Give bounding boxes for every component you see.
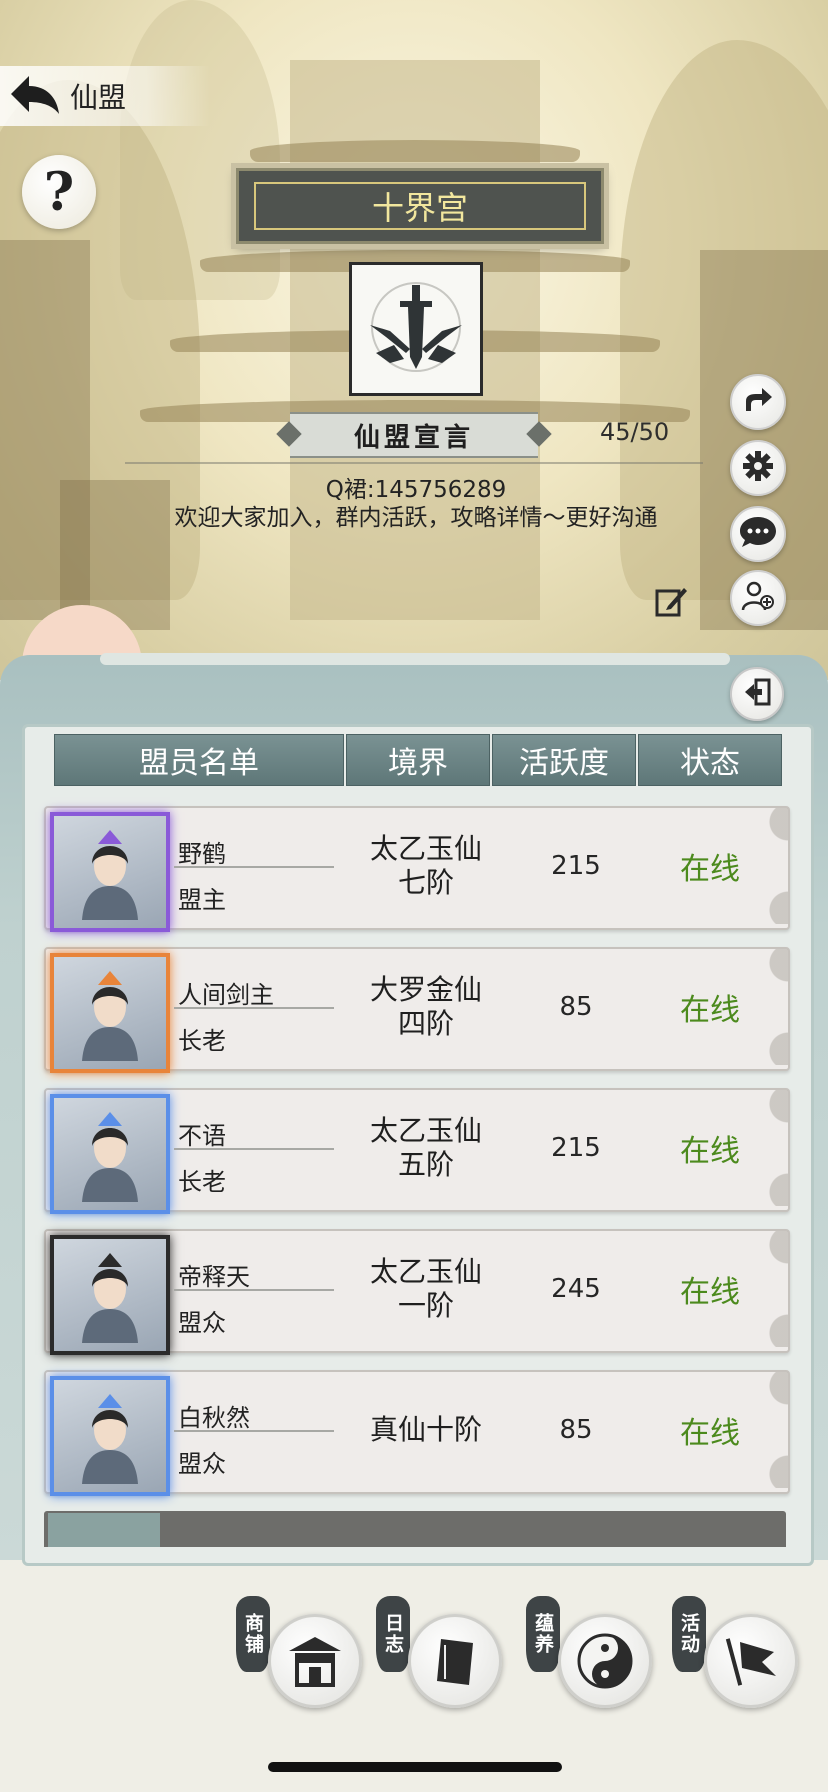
name-divider [174, 1007, 334, 1009]
name-divider [174, 1148, 334, 1150]
panel-rail [100, 653, 730, 665]
page-title: 仙盟 [70, 81, 127, 114]
header-activity[interactable]: 活跃度 [492, 734, 636, 786]
avatar [48, 1513, 160, 1547]
avatar[interactable] [50, 953, 170, 1073]
header-status[interactable]: 状态 [638, 734, 782, 786]
table-row-partial[interactable] [44, 1511, 786, 1547]
header-member-list[interactable]: 盟员名单 [54, 734, 344, 786]
chat-bubble-icon [738, 515, 778, 553]
table-row[interactable]: 人间剑主 长老 大罗金仙 四阶 85 在线 [44, 947, 790, 1073]
nav-shop[interactable]: 商铺 [236, 1596, 366, 1708]
chat-button[interactable] [730, 506, 786, 562]
member-count: 45/50 [600, 418, 670, 446]
avatar[interactable] [50, 1376, 170, 1496]
add-member-button[interactable] [730, 570, 786, 626]
back-arrow-icon [7, 72, 63, 120]
divider [125, 462, 703, 464]
top-bar: 仙盟 [0, 66, 210, 126]
member-name: 不语 [178, 1122, 226, 1150]
nav-events[interactable]: 活动 [672, 1596, 802, 1708]
home-indicator[interactable] [268, 1762, 562, 1772]
alliance-name: 十界宫 [254, 182, 586, 230]
realm-text: 太乙玉仙 七阶 [369, 832, 482, 899]
member-activity: 215 [551, 1133, 601, 1163]
member-activity: 85 [559, 992, 593, 1022]
member-status: 在线 [680, 1416, 740, 1451]
declaration-banner: 仙盟宣言 [276, 412, 552, 458]
declaration-message: 欢迎大家加入，群内活跃，攻略详情～更好沟通 [174, 505, 658, 531]
member-activity: 215 [551, 851, 601, 881]
realm-text: 大罗金仙 四阶 [369, 973, 482, 1040]
leave-alliance-button[interactable] [730, 667, 784, 721]
alliance-emblem[interactable] [349, 262, 483, 396]
member-name: 白秋然 [178, 1404, 250, 1432]
realm-text: 真仙十阶 [369, 1413, 482, 1446]
edit-declaration-button[interactable] [652, 584, 690, 622]
member-realm: 太乙玉仙 五阶 [346, 1090, 506, 1206]
share-icon [742, 385, 774, 419]
member-realm: 太乙玉仙 一阶 [346, 1231, 506, 1347]
member-activity: 245 [551, 1274, 601, 1304]
help-button[interactable]: ? [22, 155, 96, 229]
share-button[interactable] [730, 374, 786, 430]
member-role: 长老 [178, 1027, 226, 1055]
back-button[interactable] [0, 66, 70, 126]
realm-text: 太乙玉仙 五阶 [369, 1114, 482, 1181]
declaration-qq: Q裙:145756289 [325, 477, 507, 503]
member-status: 在线 [680, 1134, 740, 1169]
table-row[interactable]: 白秋然 盟众 真仙十阶 85 在线 [44, 1370, 790, 1496]
shop-icon [268, 1614, 362, 1708]
table-row[interactable]: 不语 长老 太乙玉仙 五阶 215 在线 [44, 1088, 790, 1214]
table-row[interactable]: 帝释天 盟众 太乙玉仙 一阶 245 在线 [44, 1229, 790, 1355]
nav-events-label: 活动 [672, 1596, 706, 1672]
gear-icon [742, 450, 774, 486]
nav-nurture[interactable]: 蕴养 [526, 1596, 656, 1708]
header-realm[interactable]: 境界 [346, 734, 490, 786]
declaration-label: 仙盟宣言 [353, 422, 474, 453]
avatar[interactable] [50, 1235, 170, 1355]
member-status: 在线 [680, 1275, 740, 1310]
member-activity: 85 [559, 1415, 593, 1445]
member-role: 长老 [178, 1168, 226, 1196]
avatar[interactable] [50, 812, 170, 932]
name-divider [174, 1430, 334, 1432]
member-status: 在线 [680, 852, 740, 887]
member-name: 帝释天 [178, 1263, 250, 1291]
name-divider [174, 1289, 334, 1291]
nav-shop-label: 商铺 [236, 1596, 270, 1672]
alliance-name-plate: 十界宫 [236, 168, 604, 244]
member-name: 人间剑主 [178, 981, 274, 1009]
member-realm: 大罗金仙 四阶 [346, 949, 506, 1065]
exit-icon [742, 677, 772, 711]
book-icon [408, 1614, 502, 1708]
add-member-icon [741, 580, 775, 616]
member-status: 在线 [680, 993, 740, 1028]
member-role: 盟主 [178, 886, 226, 914]
nav-log[interactable]: 日志 [376, 1596, 506, 1708]
yin-yang-icon [558, 1614, 652, 1708]
member-realm: 太乙玉仙 七阶 [346, 808, 506, 924]
edit-icon [654, 584, 688, 622]
member-role: 盟众 [178, 1309, 226, 1337]
name-divider [174, 866, 334, 868]
realm-text: 太乙玉仙 一阶 [369, 1255, 482, 1322]
member-realm: 真仙十阶 [346, 1372, 506, 1488]
flag-icon [704, 1614, 798, 1708]
avatar[interactable] [50, 1094, 170, 1214]
crossed-swords-emblem-icon [360, 271, 472, 387]
declaration-text: Q裙:145756289 欢迎大家加入，群内活跃，攻略详情～更好沟通 [140, 476, 692, 532]
settings-button[interactable] [730, 440, 786, 496]
member-name: 野鹤 [178, 840, 226, 868]
nav-nurture-label: 蕴养 [526, 1596, 560, 1672]
member-role: 盟众 [178, 1450, 226, 1478]
table-row[interactable]: 野鹤 盟主 太乙玉仙 七阶 215 在线 [44, 806, 790, 932]
nav-log-label: 日志 [376, 1596, 410, 1672]
